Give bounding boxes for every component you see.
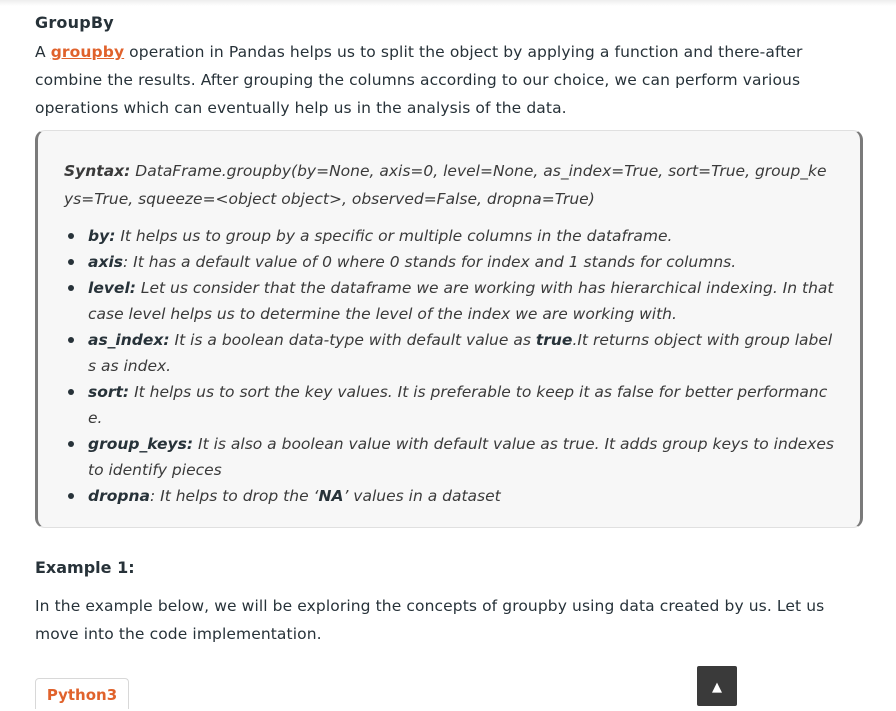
param-name: dropna — [88, 487, 150, 505]
bullet-icon — [68, 259, 74, 265]
example-title: Example 1: — [35, 558, 135, 577]
intro-paragraph: A groupby operation in Pandas helps us t… — [35, 38, 861, 122]
section-title: GroupBy — [35, 13, 114, 32]
param-item-by: by: It helps us to group by a specific o… — [64, 223, 834, 249]
bullet-icon — [68, 441, 74, 447]
intro-text-after: operation in Pandas helps us to split th… — [35, 43, 803, 117]
parameter-list: by: It helps us to group by a specific o… — [64, 223, 834, 509]
arrow-up-icon: ▲ — [712, 680, 722, 695]
syntax-signature: Syntax: DataFrame.groupby(by=None, axis=… — [64, 157, 834, 213]
param-name: group_keys: — [88, 435, 194, 453]
param-na-value: NA — [318, 487, 344, 505]
param-desc: It is also a boolean value with default … — [88, 435, 834, 479]
param-item-sort: sort: It helps us to sort the key values… — [64, 379, 834, 431]
param-item-group-keys: group_keys: It is also a boolean value w… — [64, 431, 834, 483]
param-desc: : It helps to drop the ‘ — [149, 487, 319, 505]
param-desc: It is a boolean data-type with default v… — [169, 331, 536, 349]
param-desc: Let us consider that the dataframe we ar… — [88, 279, 834, 323]
code-language-tab[interactable]: Python3 — [35, 678, 129, 709]
syntax-label: Syntax: — [64, 162, 131, 180]
param-item-level: level: Let us consider that the datafram… — [64, 275, 834, 327]
param-desc: : It has a default value of 0 where 0 st… — [123, 253, 737, 271]
top-shadow — [0, 0, 896, 6]
param-name: level: — [88, 279, 136, 297]
param-item-dropna: dropna: It helps to drop the ‘NA’ values… — [64, 483, 834, 509]
param-name: axis — [88, 253, 123, 271]
bullet-icon — [68, 337, 74, 343]
syntax-box: Syntax: DataFrame.groupby(by=None, axis=… — [35, 130, 863, 528]
param-desc-cont: ’ values in a dataset — [343, 487, 501, 505]
bullet-icon — [68, 233, 74, 239]
bullet-icon — [68, 493, 74, 499]
intro-text-before: A — [35, 43, 51, 61]
bullet-icon — [68, 285, 74, 291]
param-name: as_index: — [88, 331, 170, 349]
param-item-as-index: as_index: It is a boolean data-type with… — [64, 327, 834, 379]
syntax-text: DataFrame.groupby(by=None, axis=0, level… — [64, 162, 827, 208]
scroll-to-top-button[interactable]: ▲ — [697, 666, 737, 706]
param-desc: It helps us to sort the key values. It i… — [88, 383, 828, 427]
param-default-value: true — [535, 331, 573, 349]
bullet-icon — [68, 389, 74, 395]
param-desc: It helps us to group by a specific or mu… — [115, 227, 673, 245]
param-name: by: — [88, 227, 116, 245]
groupby-link[interactable]: groupby — [51, 43, 124, 61]
example-paragraph: In the example below, we will be explori… — [35, 597, 825, 643]
param-item-axis: axis: It has a default value of 0 where … — [64, 249, 834, 275]
param-name: sort: — [88, 383, 130, 401]
